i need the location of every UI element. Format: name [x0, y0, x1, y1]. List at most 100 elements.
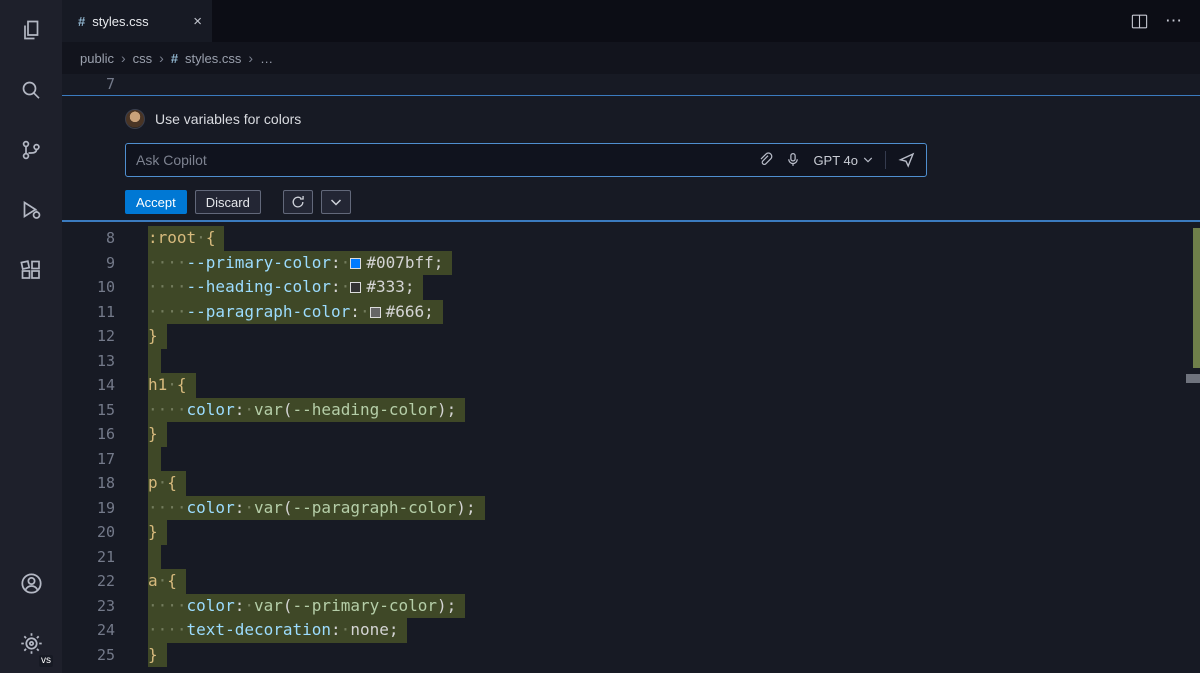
code-line[interactable]: 22a·{	[62, 569, 1200, 594]
ask-copilot-input[interactable]	[136, 152, 757, 168]
code-line[interactable]: 12}	[62, 324, 1200, 349]
code-token: ·	[341, 277, 351, 296]
code-line[interactable]: 7	[62, 74, 1200, 95]
breadcrumb-item-css[interactable]: css	[133, 51, 153, 66]
line-content[interactable]: p·{	[148, 471, 1200, 496]
line-number[interactable]: 21	[62, 545, 148, 570]
activity-item-source-control[interactable]	[0, 120, 62, 180]
scrollbar-thumb[interactable]	[1186, 374, 1200, 383]
code-line[interactable]: 25}	[62, 643, 1200, 668]
tab-close-icon[interactable]: ×	[193, 14, 202, 29]
code-token: ;	[405, 277, 415, 296]
attach-icon[interactable]	[757, 152, 773, 168]
line-content[interactable]: }	[148, 520, 1200, 545]
code-line[interactable]: 9····--primary-color:·#007bff;	[62, 251, 1200, 276]
code-line[interactable]: 13	[62, 349, 1200, 374]
tab-styles-css[interactable]: # styles.css ×	[62, 0, 212, 42]
activity-item-extensions[interactable]	[0, 240, 62, 300]
line-content[interactable]: a·{	[148, 569, 1200, 594]
line-content[interactable]: ····color:·var(--paragraph-color);	[148, 496, 1200, 521]
line-number[interactable]: 12	[62, 324, 148, 349]
line-content[interactable]: ····color:·var(--primary-color);	[148, 594, 1200, 619]
code-token: )	[456, 498, 466, 517]
line-number[interactable]: 9	[62, 251, 148, 276]
line-content[interactable]	[148, 447, 1200, 472]
line-number[interactable]: 26	[62, 667, 148, 673]
code-line[interactable]: 16}	[62, 422, 1200, 447]
line-number[interactable]: 15	[62, 398, 148, 423]
line-number[interactable]: 7	[62, 74, 148, 95]
code-line[interactable]: 21	[62, 545, 1200, 570]
code-line[interactable]: 19····color:·var(--paragraph-color);	[62, 496, 1200, 521]
line-content[interactable]: :root·{	[148, 226, 1200, 251]
code-line[interactable]: 18p·{	[62, 471, 1200, 496]
line-number[interactable]: 16	[62, 422, 148, 447]
breadcrumb-item-more[interactable]: …	[260, 51, 273, 66]
line-number[interactable]: 13	[62, 349, 148, 374]
code-line[interactable]: 8:root·{	[62, 226, 1200, 251]
toggle-dropdown-button[interactable]	[321, 190, 351, 214]
line-number[interactable]: 20	[62, 520, 148, 545]
line-number[interactable]: 24	[62, 618, 148, 643]
activity-item-explorer[interactable]	[0, 0, 62, 60]
line-number[interactable]: 23	[62, 594, 148, 619]
code-token: color	[187, 596, 235, 615]
css-file-icon: #	[171, 51, 178, 66]
activity-item-run-debug[interactable]	[0, 180, 62, 240]
line-content[interactable]	[148, 349, 1200, 374]
color-swatch[interactable]	[370, 307, 381, 318]
rerun-button[interactable]	[283, 190, 313, 214]
line-number[interactable]: 10	[62, 275, 148, 300]
line-content[interactable]	[148, 545, 1200, 570]
code-line[interactable]: 17	[62, 447, 1200, 472]
more-actions-icon[interactable]: ⋯	[1165, 11, 1182, 31]
line-number[interactable]: 17	[62, 447, 148, 472]
color-swatch[interactable]	[350, 258, 361, 269]
line-content[interactable]: ····--paragraph-color:·#666;	[148, 300, 1200, 325]
line-content[interactable]: }	[148, 324, 1200, 349]
code-token: ····	[148, 498, 187, 517]
activity-item-search[interactable]	[0, 60, 62, 120]
line-number[interactable]: 11	[62, 300, 148, 325]
color-swatch[interactable]	[350, 282, 361, 293]
code-token: none	[350, 620, 389, 639]
discard-button[interactable]: Discard	[195, 190, 261, 214]
code-line[interactable]: 26	[62, 667, 1200, 673]
breadcrumb-item-public[interactable]: public	[80, 51, 114, 66]
activity-item-settings[interactable]: vs	[0, 613, 62, 673]
line-content[interactable]: ····color:·var(--heading-color);	[148, 398, 1200, 423]
code-token: p	[148, 473, 158, 492]
model-selector[interactable]: GPT 4o	[813, 153, 873, 168]
code-line[interactable]: 23····color:·var(--primary-color);	[62, 594, 1200, 619]
line-content[interactable]: }	[148, 422, 1200, 447]
accept-button[interactable]: Accept	[125, 190, 187, 214]
line-number[interactable]: 25	[62, 643, 148, 668]
line-content[interactable]: h1·{	[148, 373, 1200, 398]
code-token: var	[254, 596, 283, 615]
line-content[interactable]: ····--primary-color:·#007bff;	[148, 251, 1200, 276]
line-number[interactable]: 14	[62, 373, 148, 398]
send-icon[interactable]	[898, 151, 916, 169]
code-line[interactable]: 10····--heading-color:·#333;	[62, 275, 1200, 300]
code-token: (	[283, 400, 293, 419]
line-content[interactable]	[148, 74, 1200, 95]
code-token: )	[437, 596, 447, 615]
breadcrumb-item-styles-css[interactable]: styles.css	[185, 51, 241, 66]
line-content[interactable]	[148, 667, 1200, 673]
code-line[interactable]: 11····--paragraph-color:·#666;	[62, 300, 1200, 325]
line-number[interactable]: 22	[62, 569, 148, 594]
line-content[interactable]: }	[148, 643, 1200, 668]
line-number[interactable]: 8	[62, 226, 148, 251]
activity-item-account[interactable]	[0, 553, 62, 613]
line-content[interactable]: ····--heading-color:·#333;	[148, 275, 1200, 300]
code-line[interactable]: 20}	[62, 520, 1200, 545]
code-line[interactable]: 15····color:·var(--heading-color);	[62, 398, 1200, 423]
code-line[interactable]: 14h1·{	[62, 373, 1200, 398]
line-number[interactable]: 19	[62, 496, 148, 521]
code-line[interactable]: 24····text-decoration:·none;	[62, 618, 1200, 643]
line-content[interactable]: ····text-decoration:·none;	[148, 618, 1200, 643]
mic-icon[interactable]	[785, 152, 801, 168]
line-number[interactable]: 18	[62, 471, 148, 496]
code-token: var	[254, 400, 283, 419]
split-editor-icon[interactable]	[1130, 12, 1149, 31]
